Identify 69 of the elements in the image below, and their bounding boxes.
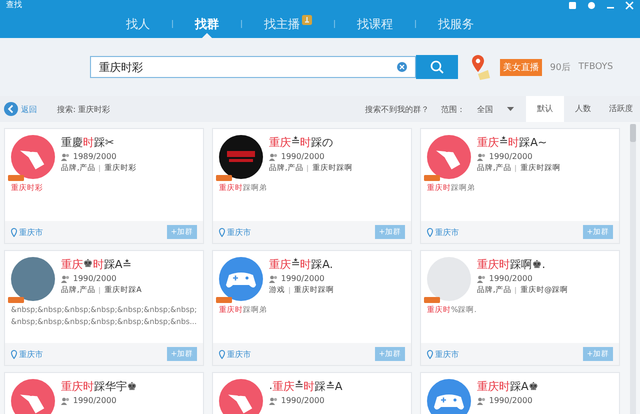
members-icon <box>269 274 278 282</box>
map-pin-icon[interactable] <box>470 54 492 80</box>
members-icon <box>269 396 278 404</box>
member-count: 1990/2000 <box>281 274 324 283</box>
members-icon <box>61 152 70 160</box>
price-tag-avatar-icon <box>11 379 55 414</box>
members-icon <box>61 396 70 404</box>
location-pin-icon <box>11 350 17 358</box>
location-pin-icon <box>11 228 17 236</box>
member-count: 1990/2000 <box>73 396 116 405</box>
group-name[interactable]: 重庆♚时踩A≛ <box>61 257 142 272</box>
skin-icon[interactable] <box>568 0 577 10</box>
clear-icon[interactable] <box>397 62 407 72</box>
sort-tab[interactable]: 默认 <box>526 96 564 122</box>
members-icon <box>61 274 70 282</box>
member-count: 1990/2000 <box>489 274 532 283</box>
range-label: 范围： <box>441 104 465 114</box>
member-count: 1989/2000 <box>73 152 116 161</box>
sort-tab[interactable]: 人数 <box>564 96 602 122</box>
location-pin-icon <box>427 350 433 358</box>
not-found-link[interactable]: 搜索不到我的群？ <box>365 104 429 114</box>
member-count: 1990/2000 <box>489 152 532 161</box>
price-tag-avatar-icon <box>11 135 55 179</box>
search-icon <box>430 60 444 74</box>
sort-tab[interactable]: 活跃度 <box>602 96 640 122</box>
vip-badge-icon <box>216 297 232 303</box>
group-name[interactable]: .重庆≛时踩≛A <box>269 379 342 394</box>
vip-badge-icon <box>8 297 24 303</box>
vip-badge-icon <box>8 175 24 181</box>
group-name[interactable]: 重慶时踩✂ <box>61 135 136 150</box>
settings-icon[interactable] <box>587 0 596 10</box>
member-count: 1990/2000 <box>281 152 324 161</box>
members-icon <box>477 152 486 160</box>
group-name[interactable]: 重庆≛时踩A. <box>269 257 334 272</box>
group-name[interactable]: 重庆时踩啊♚. <box>477 257 568 272</box>
members-icon <box>269 152 278 160</box>
search-field[interactable]: 重庆时彩 <box>90 56 416 78</box>
vip-badge-icon <box>424 175 440 181</box>
group-name[interactable]: 重庆时踩A♚ <box>477 379 538 394</box>
caret-icon <box>507 107 514 111</box>
price-tag-avatar-icon <box>219 379 263 414</box>
gamepad-avatar-icon <box>427 379 471 414</box>
photo-placeholder <box>11 257 55 301</box>
group-name[interactable]: 重庆≛时踩A~ <box>477 135 560 150</box>
dark-logo-avatar-icon <box>219 135 263 179</box>
location-pin-icon <box>219 350 225 358</box>
scrollbar[interactable] <box>630 124 636 414</box>
group-card[interactable]: 重庆时踩华宇♚ 1990/2000 <box>4 372 204 414</box>
group-name[interactable]: 重庆时踩华宇♚ <box>61 379 137 394</box>
search-button[interactable] <box>416 55 458 79</box>
gamepad-avatar-icon <box>219 257 263 301</box>
empty-avatar <box>427 257 471 301</box>
member-count: 1990/2000 <box>281 396 324 405</box>
price-tag-avatar-icon <box>427 135 471 179</box>
vip-badge-icon <box>216 175 232 181</box>
window-title: 查找 <box>6 0 22 10</box>
group-card[interactable]: 重庆时踩A♚ 1990/2000 <box>420 372 620 414</box>
member-count: 1990/2000 <box>489 396 532 405</box>
close-icon[interactable] <box>625 0 634 10</box>
member-count: 1990/2000 <box>73 274 116 283</box>
members-icon <box>477 396 486 404</box>
members-icon <box>477 274 486 282</box>
group-card[interactable]: .重庆≛时踩≛A 1990/2000 <box>212 372 412 414</box>
location-pin-icon <box>427 228 433 236</box>
location-pin-icon <box>219 228 225 236</box>
search-query-label: 搜索: 重庆时彩 <box>57 104 110 114</box>
range-dropdown[interactable]: 全国 <box>477 104 514 114</box>
vip-badge-icon <box>424 297 440 303</box>
group-name[interactable]: 重庆≛时踩の <box>269 135 352 150</box>
